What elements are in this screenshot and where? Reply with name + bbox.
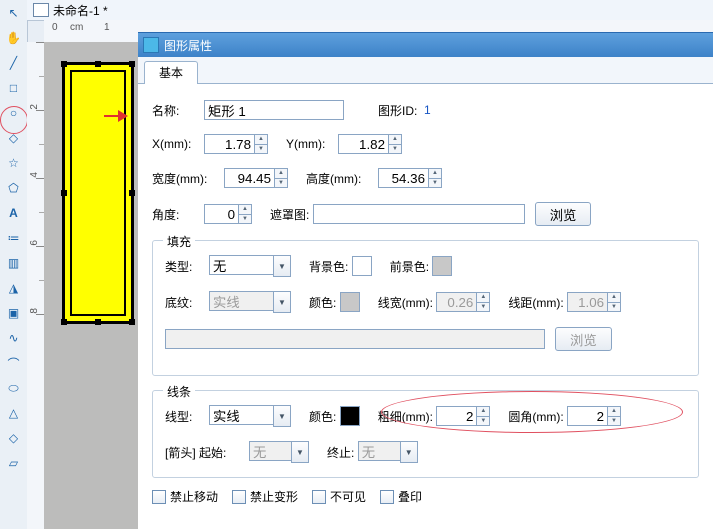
arrow-start-combo: ▼ (249, 441, 309, 463)
pattern-combo: ▼ (209, 291, 291, 313)
y-spinner[interactable]: ▲▼ (338, 134, 402, 154)
tool-hand[interactable]: ✋ (2, 26, 26, 50)
label-y: Y(mm): (286, 137, 338, 151)
label-thick: 粗细(mm): (378, 408, 433, 425)
handle-bl[interactable] (61, 319, 67, 325)
tab-strip: 基本 (138, 57, 713, 84)
tool-highlight (0, 106, 28, 134)
tool-star[interactable]: ☆ (2, 151, 26, 175)
doc-icon (33, 3, 49, 17)
label-height: 高度(mm): (306, 170, 378, 187)
shape-id-value: 1 (424, 103, 431, 117)
label-bg: 背景色: (309, 258, 348, 275)
stroke-color-swatch[interactable] (340, 406, 360, 426)
tool-pointer[interactable]: ↖ (2, 1, 26, 25)
tool-line[interactable]: ╱ (2, 51, 26, 75)
handle-ml[interactable] (61, 190, 67, 196)
line-gap-spinner: ▲▼ (567, 292, 621, 312)
canvas[interactable] (44, 42, 144, 529)
label-arrow-start: [箭头] 起始: (165, 444, 249, 461)
legend-stroke: 线条 (163, 383, 195, 400)
properties-panel: 图形属性 基本 名称: 图形ID: 1 X(mm): ▲▼ Y(mm): ▲▼ … (138, 32, 713, 529)
fill-group: 填充 类型: ▼ 背景色: 前景色: 底纹: ▼ 颜色: (152, 240, 699, 376)
label-angle: 角度: (152, 206, 204, 223)
tool-oval[interactable]: ⬭ (2, 376, 26, 400)
tool-triangle[interactable]: △ (2, 401, 26, 425)
label-name: 名称: (152, 102, 204, 119)
fill-browse-button: 浏览 (555, 327, 612, 351)
mask-input[interactable] (313, 204, 525, 224)
label-pattern: 底纹: (165, 294, 209, 311)
label-stroke-color: 颜色: (309, 408, 336, 425)
document-title: 未命名-1 * (53, 2, 108, 19)
label-shape-id: 图形ID: (378, 102, 417, 119)
label-width: 宽度(mm): (152, 170, 224, 187)
bg-swatch[interactable] (352, 256, 372, 276)
line-style-combo[interactable]: ▼ (209, 405, 291, 427)
pattern-color-swatch (340, 292, 360, 312)
height-spinner[interactable]: ▲▼ (378, 168, 442, 188)
tool-arc[interactable]: ⌒ (2, 351, 26, 375)
chk-invisible[interactable]: 不可见 (312, 488, 366, 505)
chk-lock-transform[interactable]: 禁止变形 (232, 488, 298, 505)
label-arrow-end: 终止: (327, 444, 354, 461)
tool-pentagon[interactable]: ⬠ (2, 176, 26, 200)
label-x: X(mm): (152, 137, 204, 151)
label-mask: 遮罩图: (270, 206, 309, 223)
selected-rectangle[interactable] (62, 62, 134, 324)
label-radius: 圆角(mm): (508, 408, 563, 425)
fg-swatch[interactable] (432, 256, 452, 276)
x-spinner[interactable]: ▲▼ (204, 134, 268, 154)
tool-list[interactable]: ≔ (2, 226, 26, 250)
annotation-arrow (118, 110, 128, 122)
label-line-gap: 线距(mm): (508, 294, 563, 311)
radius-spinner[interactable]: ▲▼ (567, 406, 621, 426)
panel-icon (143, 37, 159, 53)
handle-tl[interactable] (61, 61, 67, 67)
width-spinner[interactable]: ▲▼ (224, 168, 288, 188)
label-line-style: 线型: (165, 408, 209, 425)
handle-tm[interactable] (95, 61, 101, 67)
label-pattern-color: 颜色: (309, 294, 336, 311)
tool-shape-a[interactable]: ◮ (2, 276, 26, 300)
handle-bm[interactable] (95, 319, 101, 325)
handle-tr[interactable] (129, 61, 135, 67)
tool-curve[interactable]: ∿ (2, 326, 26, 350)
label-type: 类型: (165, 258, 209, 275)
tool-image[interactable]: ▣ (2, 301, 26, 325)
tool-parallelogram[interactable]: ▱ (2, 451, 26, 475)
angle-spinner[interactable]: ▲▼ (204, 204, 252, 224)
handle-mr[interactable] (129, 190, 135, 196)
panel-title: 图形属性 (164, 37, 212, 54)
tool-diamond[interactable]: ◇ (2, 426, 26, 450)
chk-overprint[interactable]: 叠印 (380, 488, 422, 505)
chk-lock-move[interactable]: 禁止移动 (152, 488, 218, 505)
tab-basic[interactable]: 基本 (144, 61, 198, 84)
handle-br[interactable] (129, 319, 135, 325)
thick-spinner[interactable]: ▲▼ (436, 406, 490, 426)
fill-type-combo[interactable]: ▼ (209, 255, 291, 277)
tool-barcode[interactable]: ▥ (2, 251, 26, 275)
stroke-group: 线条 线型: ▼ 颜色: 粗细(mm): ▲▼ 圆角(mm): ▲▼ [箭头] … (152, 390, 699, 478)
left-toolbar: ↖ ✋ ╱ □ ○ ◇ ☆ ⬠ A ≔ ▥ ◮ ▣ ∿ ⌒ ⬭ △ ◇ ▱ (0, 0, 28, 529)
ruler-vertical: 2 4 6 8 (27, 42, 45, 529)
arrow-end-combo: ▼ (358, 441, 418, 463)
document-titlebar: 未命名-1 * (27, 0, 713, 21)
label-fg: 前景色: (390, 258, 429, 275)
fill-path-input (165, 329, 545, 349)
name-input[interactable] (204, 100, 344, 120)
tool-text[interactable]: A (2, 201, 26, 225)
tool-rect[interactable]: □ (2, 76, 26, 100)
browse-mask-button[interactable]: 浏览 (535, 202, 592, 226)
panel-header[interactable]: 图形属性 (138, 33, 713, 57)
legend-fill: 填充 (163, 233, 195, 250)
line-w-spinner: ▲▼ (436, 292, 490, 312)
label-line-w: 线宽(mm): (378, 294, 433, 311)
